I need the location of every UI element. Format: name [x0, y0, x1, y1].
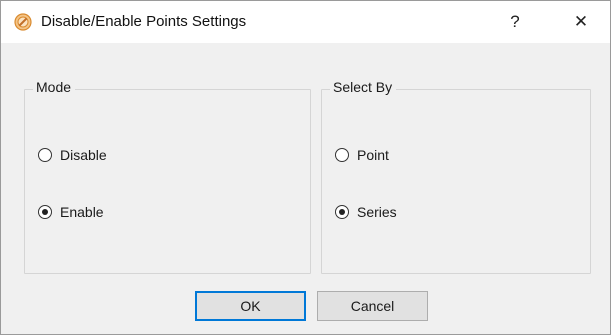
- select-point-label: Point: [357, 147, 389, 163]
- select-series-option[interactable]: Series: [335, 204, 397, 220]
- dialog-title: Disable/Enable Points Settings: [41, 13, 247, 30]
- mode-disable-label: Disable: [60, 147, 107, 163]
- select-series-radio[interactable]: [335, 205, 349, 219]
- mode-enable-option[interactable]: Enable: [38, 204, 104, 220]
- select-point-radio[interactable]: [335, 148, 349, 162]
- app-icon: [14, 13, 32, 31]
- close-icon: ✕: [573, 12, 589, 31]
- cancel-button[interactable]: Cancel: [317, 291, 428, 321]
- help-icon: ?: [510, 12, 520, 31]
- mode-enable-label: Enable: [60, 204, 104, 220]
- settings-dialog: Disable/Enable Points Settings ? ✕ Mode …: [0, 0, 611, 335]
- ok-button[interactable]: OK: [195, 291, 306, 321]
- select-series-label: Series: [357, 204, 397, 220]
- close-button[interactable]: ✕: [558, 1, 604, 43]
- select-by-group-label: Select By: [330, 79, 397, 95]
- title-bar[interactable]: Disable/Enable Points Settings ? ✕: [1, 1, 610, 43]
- help-button[interactable]: ?: [492, 1, 538, 43]
- mode-disable-radio[interactable]: [38, 148, 52, 162]
- mode-group: Mode Disable Enable: [24, 79, 311, 274]
- mode-enable-radio[interactable]: [38, 205, 52, 219]
- mode-disable-option[interactable]: Disable: [38, 147, 107, 163]
- select-by-group: Select By Point Series: [321, 79, 591, 274]
- select-point-option[interactable]: Point: [335, 147, 389, 163]
- dialog-body: Mode Disable Enable Select By Point Seri…: [1, 43, 610, 334]
- mode-group-label: Mode: [33, 79, 76, 95]
